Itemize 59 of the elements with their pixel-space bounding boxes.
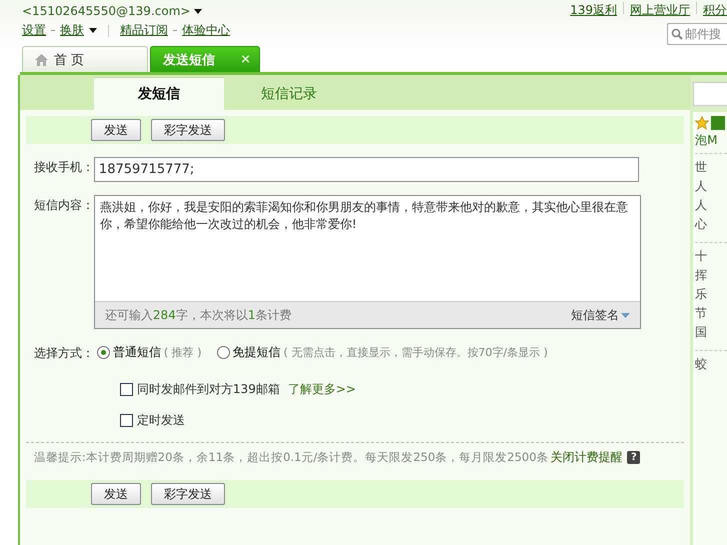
- option-note: ( 无需点击，直接显示，需手动保存。按70字/条显示 ): [284, 345, 548, 360]
- field-label: 接收手机：: [34, 159, 94, 176]
- message-text: 燕洪姐，你好，我是安阳的索菲渴知你和你男朋友的事情，特意带来他对的歉意，其实他心里很在意你，希望你能给他一次改过的机会，他非常爱你!: [98, 199, 629, 233]
- star-icon: [695, 116, 710, 130]
- news-item[interactable]: 十: [695, 247, 727, 266]
- account-email[interactable]: <15102645550@139.com>: [22, 4, 190, 18]
- menu-link[interactable]: 体验中心: [182, 22, 230, 39]
- news-item[interactable]: 挥: [695, 266, 727, 285]
- signature-dropdown[interactable]: 短信签名: [570, 306, 630, 324]
- news-item[interactable]: 世: [695, 158, 727, 177]
- menu-link[interactable]: 精品订阅: [120, 22, 168, 39]
- tab-label: 发送短信: [163, 52, 215, 68]
- color-send-button[interactable]: 彩字发送: [150, 119, 225, 141]
- field-label: 短信内容：: [34, 197, 94, 214]
- menu-link[interactable]: 换肤: [60, 22, 84, 39]
- radio-button[interactable]: [216, 346, 230, 359]
- side-badge: [711, 116, 726, 130]
- caret-icon: [620, 312, 630, 318]
- top-link[interactable]: 网上营业厅: [630, 2, 690, 19]
- message-field[interactable]: 燕洪姐，你好，我是安阳的索菲渴知你和你男朋友的事情，特意带来他对的歉意，其实他心里很在意你，希望你能给他一次改过的机会，他非常爱你! 还可输入284字，本次将以1条计费 短信签名: [94, 195, 641, 329]
- news-item[interactable]: 乐: [695, 285, 727, 304]
- sms-tab[interactable]: 短信记录: [224, 78, 354, 110]
- menu-link[interactable]: 设置: [22, 22, 46, 39]
- phone-field[interactable]: 18759715777;: [94, 157, 639, 182]
- field-label: 选择方式：: [34, 345, 94, 362]
- radio-label[interactable]: 普通短信: [112, 344, 161, 361]
- learn-more-link[interactable]: 了解更多>>: [288, 381, 356, 398]
- option-note: ( 推荐 ): [164, 345, 202, 360]
- search-icon: [671, 28, 683, 40]
- top-link[interactable]: 139返利: [570, 2, 617, 19]
- checkbox-label[interactable]: 同时发邮件到对方139邮箱: [136, 381, 280, 398]
- radio-button[interactable]: [96, 346, 110, 359]
- close-reminder-link[interactable]: 关闭计费提醒: [550, 449, 622, 466]
- news-item[interactable]: 人: [695, 196, 727, 215]
- send-button[interactable]: 发送: [90, 483, 141, 505]
- news-item[interactable]: 蛟: [695, 355, 727, 374]
- color-send-button[interactable]: 彩字发送: [150, 483, 225, 505]
- news-item[interactable]: 人: [695, 177, 727, 196]
- sms-tab[interactable]: 发短信: [94, 77, 224, 110]
- char-counter: 还可输入284字，本次将以1条计费: [104, 306, 292, 324]
- radio-label[interactable]: 免提短信: [232, 344, 280, 361]
- send-button[interactable]: 发送: [90, 119, 141, 141]
- checkbox-label[interactable]: 定时发送: [136, 412, 185, 429]
- tab-label: 首 页: [54, 52, 84, 68]
- help-icon[interactable]: ?: [627, 451, 640, 464]
- news-item[interactable]: 国: [695, 323, 727, 342]
- billing-tip: 温馨提示:本计费周期赠20条，余11条，超出按0.1元/条计费。每天限发250条，每月限发2500条: [34, 450, 548, 465]
- dropdown-icon: [194, 8, 202, 14]
- top-link[interactable]: 积分: [703, 2, 727, 19]
- news-item[interactable]: 心: [695, 215, 727, 234]
- news-item[interactable]: 节: [695, 304, 727, 323]
- dropdown-icon: [89, 28, 97, 33]
- checkbox[interactable]: [120, 383, 133, 396]
- search-field[interactable]: 邮件搜: [667, 23, 727, 45]
- panel-title: 泡M: [695, 132, 718, 149]
- checkbox[interactable]: [120, 414, 133, 427]
- side-input-field[interactable]: [693, 82, 727, 106]
- home-icon: [35, 54, 48, 66]
- page-tab[interactable]: 首 页: [22, 46, 148, 72]
